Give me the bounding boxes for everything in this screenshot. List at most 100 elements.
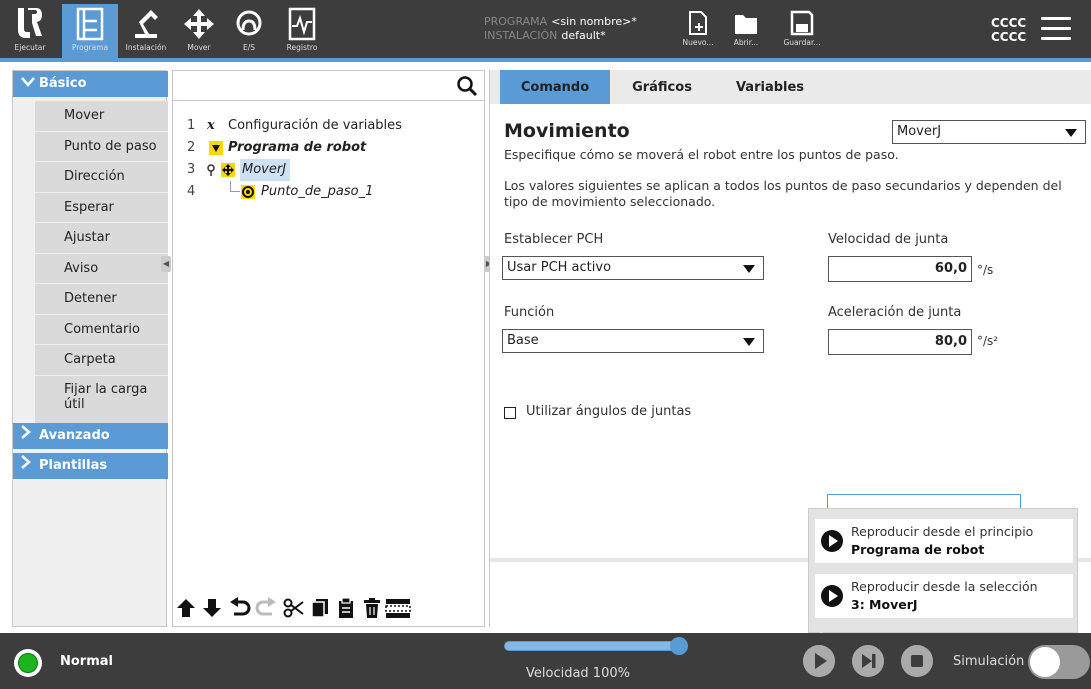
play-icon xyxy=(821,530,843,552)
hamburger-menu-icon[interactable] xyxy=(1041,17,1071,40)
nav-move[interactable]: Mover xyxy=(176,4,222,58)
category-advanced[interactable]: Avanzado xyxy=(13,423,168,449)
speed-slider-track[interactable] xyxy=(504,641,682,651)
chevron-right-icon xyxy=(21,453,39,479)
joint-speed-unit: °/s xyxy=(977,263,994,277)
category-templates[interactable]: Plantillas xyxy=(13,453,168,479)
move-type-value: MoverJ xyxy=(897,124,942,139)
move-down-icon[interactable] xyxy=(201,597,223,619)
io-icon xyxy=(236,10,262,36)
nav-run[interactable]: Ejecutar xyxy=(4,4,56,58)
simulation-toggle[interactable] xyxy=(1028,645,1090,679)
nav-program[interactable]: Programa xyxy=(62,4,118,58)
bottom-bar: Normal Velocidad 100% Simulación xyxy=(0,633,1091,689)
save-button[interactable]: Guardar... xyxy=(782,10,822,47)
library-item-wait[interactable]: Esperar xyxy=(35,192,168,223)
search-bar[interactable] xyxy=(173,71,484,101)
panel-tabs: Comando Gráficos Variables xyxy=(490,70,1091,104)
tree-node-waypoint[interactable]: 4 Punto_de_paso_1 xyxy=(173,181,484,203)
joint-speed-label: Velocidad de junta xyxy=(828,232,949,247)
joint-speed-field[interactable]: 60,0 xyxy=(828,256,972,282)
nav-log[interactable]: Registro xyxy=(276,4,328,58)
tree-node-robot-program[interactable]: 2 Programa de robot xyxy=(173,137,484,159)
tree-node-variables-setup[interactable]: 1 x Configuración de variables xyxy=(173,115,484,137)
library-item-halt[interactable]: Detener xyxy=(35,284,168,315)
nav-label: Ejecutar xyxy=(14,43,46,52)
chevron-down-icon xyxy=(743,338,755,346)
panel-description: Los valores siguientes se aplican a todo… xyxy=(504,178,1062,209)
top-bar: Ejecutar Programa Instalación Mover E/S … xyxy=(0,0,1091,62)
suppress-icon[interactable] xyxy=(385,597,411,619)
search-icon[interactable] xyxy=(456,75,478,97)
speed-label: Velocidad 100% xyxy=(526,666,630,681)
installation-label: INSTALACIÓN xyxy=(484,29,558,42)
nav-installation[interactable]: Instalación xyxy=(120,4,172,58)
basic-items: Mover Punto de paso Dirección Esperar Aj… xyxy=(35,101,168,424)
move-node-icon xyxy=(221,163,235,177)
tab-variables[interactable]: Variables xyxy=(716,70,824,104)
delete-icon[interactable] xyxy=(361,597,383,619)
line-number: 4 xyxy=(187,184,196,199)
nav-label: Programa xyxy=(71,43,109,52)
undo-icon[interactable] xyxy=(229,597,251,619)
library-item-popup[interactable]: Aviso xyxy=(35,253,168,284)
library-item-move[interactable]: Mover xyxy=(35,101,168,132)
open-button[interactable]: Abrir... xyxy=(726,10,766,47)
redo-icon[interactable] xyxy=(255,597,277,619)
save-icon xyxy=(790,10,814,36)
play-button-icon[interactable] xyxy=(803,645,835,677)
installation-name: default* xyxy=(561,29,606,42)
nav-label: Registro xyxy=(286,43,318,52)
move-type-dropdown[interactable]: MoverJ xyxy=(892,120,1086,144)
joint-accel-unit: °/s² xyxy=(977,334,999,348)
collapse-library-handle[interactable]: ◀ xyxy=(161,256,171,272)
robot-status-text: Normal xyxy=(60,654,113,669)
option-target: Programa de robot xyxy=(851,542,985,557)
collapse-triangle-icon[interactable] xyxy=(209,141,223,155)
tree-node-movej[interactable]: 3 MoverJ xyxy=(173,159,484,181)
new-button[interactable]: Nuevo... xyxy=(678,10,718,47)
joint-angles-checkbox[interactable] xyxy=(504,407,516,419)
paste-icon[interactable] xyxy=(335,597,357,619)
library-item-waypoint[interactable]: Punto de paso xyxy=(35,131,168,162)
tcp-dropdown[interactable]: Usar PCH activo xyxy=(502,256,764,280)
program-library: Básico Mover Punto de paso Dirección Esp… xyxy=(12,70,168,627)
line-number: 1 xyxy=(187,118,196,133)
option-caption: Reproducir desde la selección xyxy=(851,579,1038,594)
chevron-right-icon xyxy=(21,423,39,449)
stop-button-icon[interactable] xyxy=(901,645,933,677)
library-item-folder[interactable]: Carpeta xyxy=(35,345,168,376)
library-item-comment[interactable]: Comentario xyxy=(35,314,168,345)
play-from-start-option[interactable]: Reproducir desde el principio Programa d… xyxy=(815,519,1073,563)
play-icon xyxy=(821,585,843,607)
step-button-icon[interactable] xyxy=(852,645,884,677)
robot-status-icon[interactable] xyxy=(14,649,42,677)
nav-label: Mover xyxy=(187,43,211,52)
library-item-set-payload[interactable]: Fijar la carga útil xyxy=(35,375,168,424)
tcp-label: Establecer PCH xyxy=(504,232,604,247)
option-target: 3: MoverJ xyxy=(851,597,918,612)
nav-io[interactable]: E/S xyxy=(226,4,272,58)
tab-command[interactable]: Comando xyxy=(500,70,610,104)
simulation-label: Simulación xyxy=(953,654,1025,669)
play-from-selection-option[interactable]: Reproducir desde la selección 3: MoverJ xyxy=(815,574,1073,618)
nav-label: E/S xyxy=(242,43,256,52)
feature-dropdown[interactable]: Base xyxy=(502,329,764,353)
category-basic[interactable]: Básico xyxy=(13,71,168,97)
speed-slider-knob[interactable] xyxy=(670,637,688,655)
joint-accel-label: Aceleración de junta xyxy=(828,305,962,320)
variable-x-icon: x xyxy=(207,118,215,133)
tree-node-label: MoverJ xyxy=(240,159,291,181)
move-up-icon[interactable] xyxy=(175,597,197,619)
new-label: Nuevo... xyxy=(682,38,714,47)
library-item-direction[interactable]: Dirección xyxy=(35,162,168,193)
open-label: Abrir... xyxy=(733,38,759,47)
joint-accel-field[interactable]: 80,0 xyxy=(828,329,972,355)
copy-icon[interactable] xyxy=(309,597,331,619)
move-arrows-icon xyxy=(184,9,214,39)
tree-node-label: Programa de robot xyxy=(228,140,367,155)
tab-graphics[interactable]: Gráficos xyxy=(610,70,714,104)
category-label: Básico xyxy=(39,76,87,91)
cut-icon[interactable] xyxy=(283,597,305,619)
library-item-set[interactable]: Ajustar xyxy=(35,223,168,254)
